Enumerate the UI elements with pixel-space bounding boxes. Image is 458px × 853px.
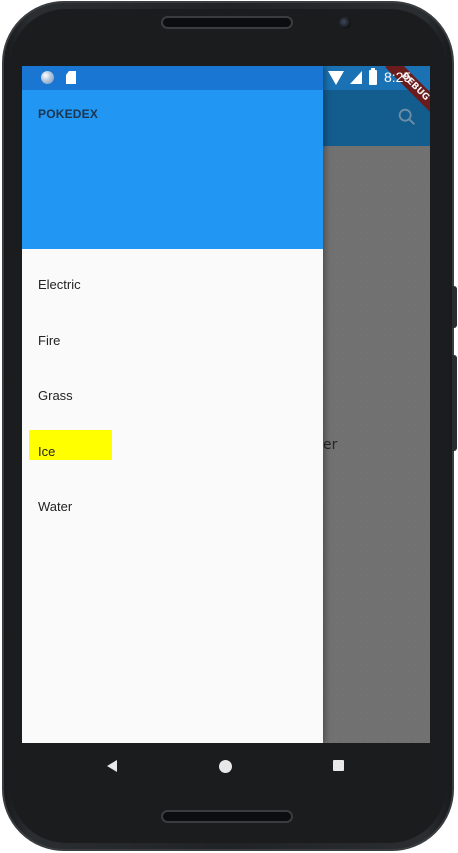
wifi-icon xyxy=(328,71,344,85)
drawer-list: Electric Fire Grass Ice Water xyxy=(22,257,323,535)
volume-up-button xyxy=(452,286,457,328)
drawer-item-label: Electric xyxy=(38,277,81,292)
notification-app-icon xyxy=(41,71,54,84)
drawer-status-bar xyxy=(22,66,323,90)
home-icon[interactable] xyxy=(219,760,232,773)
drawer-header: POKEDEX xyxy=(22,90,323,249)
drawer-item-fire[interactable]: Fire xyxy=(22,313,323,369)
bottom-speaker xyxy=(161,810,293,823)
power-button xyxy=(452,355,457,451)
battery-icon xyxy=(369,68,377,85)
drawer-item-label: Ice xyxy=(38,443,56,459)
drawer-item-label: Fire xyxy=(38,332,61,348)
sd-card-icon xyxy=(66,71,76,84)
drawer-item-water[interactable]: Water xyxy=(22,479,323,535)
drawer-item-ice[interactable]: Ice xyxy=(22,424,323,480)
signal-icon xyxy=(350,71,362,84)
navigation-drawer: POKEDEX Electric Fire Grass Ice Water xyxy=(22,66,323,743)
drawer-title: POKEDEX xyxy=(38,107,99,121)
status-time: 8:25 xyxy=(384,69,412,85)
front-camera xyxy=(339,17,351,29)
back-icon[interactable] xyxy=(107,760,117,772)
top-speaker xyxy=(161,16,293,29)
background-text: er xyxy=(323,437,338,453)
drawer-item-electric[interactable]: Electric xyxy=(22,257,323,313)
screen: er DEBUG 8:25 POKEDEX Electric Fire Gras… xyxy=(22,66,430,743)
system-navigation-bar xyxy=(22,743,430,791)
search-icon[interactable] xyxy=(396,106,418,128)
drawer-item-label: Water xyxy=(38,499,73,514)
drawer-item-grass[interactable]: Grass xyxy=(22,368,323,424)
drawer-item-label: Grass xyxy=(38,388,73,403)
recent-apps-icon[interactable] xyxy=(333,760,344,771)
